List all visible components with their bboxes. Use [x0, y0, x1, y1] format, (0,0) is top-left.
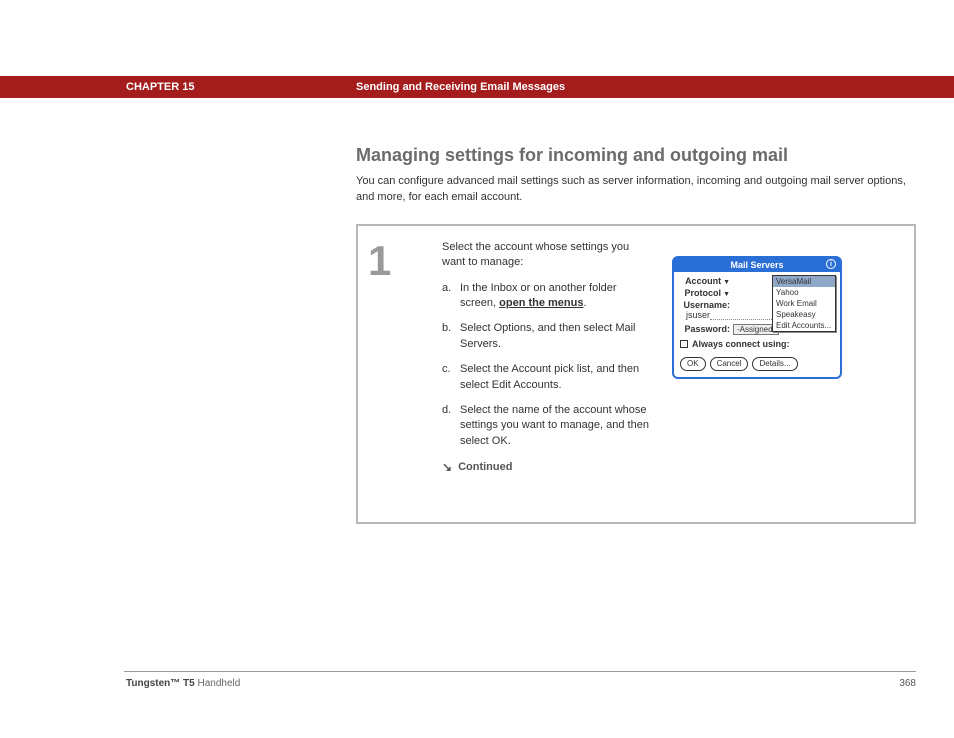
page-footer: Tungsten™ T5 Handheld 368 [126, 678, 916, 689]
substep-letter: d. [442, 403, 460, 449]
chapter-title: Sending and Receiving Email Messages [356, 81, 565, 93]
ok-button[interactable]: OK [680, 357, 706, 371]
continued-arrow-icon: ↘ [442, 459, 452, 476]
figure-column: Mail Servers i Account▼ Protocol▼ Userna… [652, 240, 898, 508]
substep-c: c. Select the Account pick list, and the… [442, 362, 652, 393]
page-number: 368 [899, 678, 916, 689]
always-connect-label: Always connect using: [692, 339, 790, 349]
dropdown-option[interactable]: Work Email [773, 298, 835, 309]
dropdown-option[interactable]: Yahoo [773, 287, 835, 298]
dropdown-option[interactable]: Edit Accounts... [773, 320, 835, 331]
product-name-bold: Tungsten™ T5 [126, 678, 195, 689]
substep-body: Select the name of the account whose set… [460, 403, 652, 449]
substep-body: In the Inbox or on another folder screen… [460, 281, 652, 312]
always-connect-row: Always connect using: [680, 339, 834, 349]
main-content: Managing settings for incoming and outgo… [356, 145, 916, 524]
open-menus-link[interactable]: open the menus [499, 297, 583, 309]
step-lead: Select the account whose settings you wa… [442, 240, 652, 271]
always-connect-checkbox[interactable] [680, 340, 688, 348]
substep-b: b. Select Options, and then select Mail … [442, 321, 652, 352]
continued-indicator: ↘ Continued [442, 459, 652, 476]
product-name-rest: Handheld [195, 678, 241, 689]
step-number-column: 1 [358, 240, 442, 508]
cancel-button[interactable]: Cancel [710, 357, 749, 371]
chapter-header-bar: CHAPTER 15 Sending and Receiving Email M… [0, 76, 954, 98]
dropdown-option-selected[interactable]: VersaMail [773, 276, 835, 287]
substep-a-post: . [583, 297, 586, 309]
substep-letter: a. [442, 281, 460, 312]
username-label: Username: [680, 300, 730, 310]
dialog-button-row: OK Cancel Details... [680, 357, 834, 371]
username-value: jsuser [686, 310, 710, 320]
substep-letter: c. [442, 362, 460, 393]
substep-letter: b. [442, 321, 460, 352]
details-button[interactable]: Details... [752, 357, 797, 371]
dialog-body: Account▼ Protocol▼ Username: jsuser Pa [674, 272, 840, 377]
substep-body: Select the Account pick list, and then s… [460, 362, 652, 393]
chapter-label: CHAPTER 15 [126, 81, 194, 93]
section-intro: You can configure advanced mail settings… [356, 174, 916, 206]
account-label-text: Account [685, 276, 721, 286]
protocol-label: Protocol▼ [680, 288, 730, 298]
account-label: Account▼ [680, 276, 730, 286]
continued-label: Continued [458, 460, 512, 475]
account-dropdown[interactable]: VersaMail Yahoo Work Email Speakeasy Edi… [772, 275, 836, 332]
protocol-label-text: Protocol [685, 288, 722, 298]
dialog-titlebar: Mail Servers i [674, 258, 840, 272]
section-heading: Managing settings for incoming and outgo… [356, 145, 916, 166]
substep-a: a. In the Inbox or on another folder scr… [442, 281, 652, 312]
dropdown-option[interactable]: Speakeasy [773, 309, 835, 320]
footer-rule [124, 671, 916, 672]
step-sub-list: a. In the Inbox or on another folder scr… [442, 281, 652, 450]
step-text-column: Select the account whose settings you wa… [442, 240, 652, 508]
mail-servers-dialog: Mail Servers i Account▼ Protocol▼ Userna… [672, 256, 842, 379]
dropdown-arrow-icon: ▼ [723, 291, 730, 298]
substep-body: Select Options, and then select Mail Ser… [460, 321, 652, 352]
step-box: 1 Select the account whose settings you … [356, 224, 916, 524]
step-number: 1 [368, 240, 442, 282]
password-label: Password: [680, 324, 730, 334]
dropdown-arrow-icon: ▼ [723, 279, 730, 286]
product-name: Tungsten™ T5 Handheld [126, 678, 240, 689]
substep-d: d. Select the name of the account whose … [442, 403, 652, 449]
dialog-title: Mail Servers [730, 260, 783, 270]
info-icon[interactable]: i [826, 259, 836, 269]
